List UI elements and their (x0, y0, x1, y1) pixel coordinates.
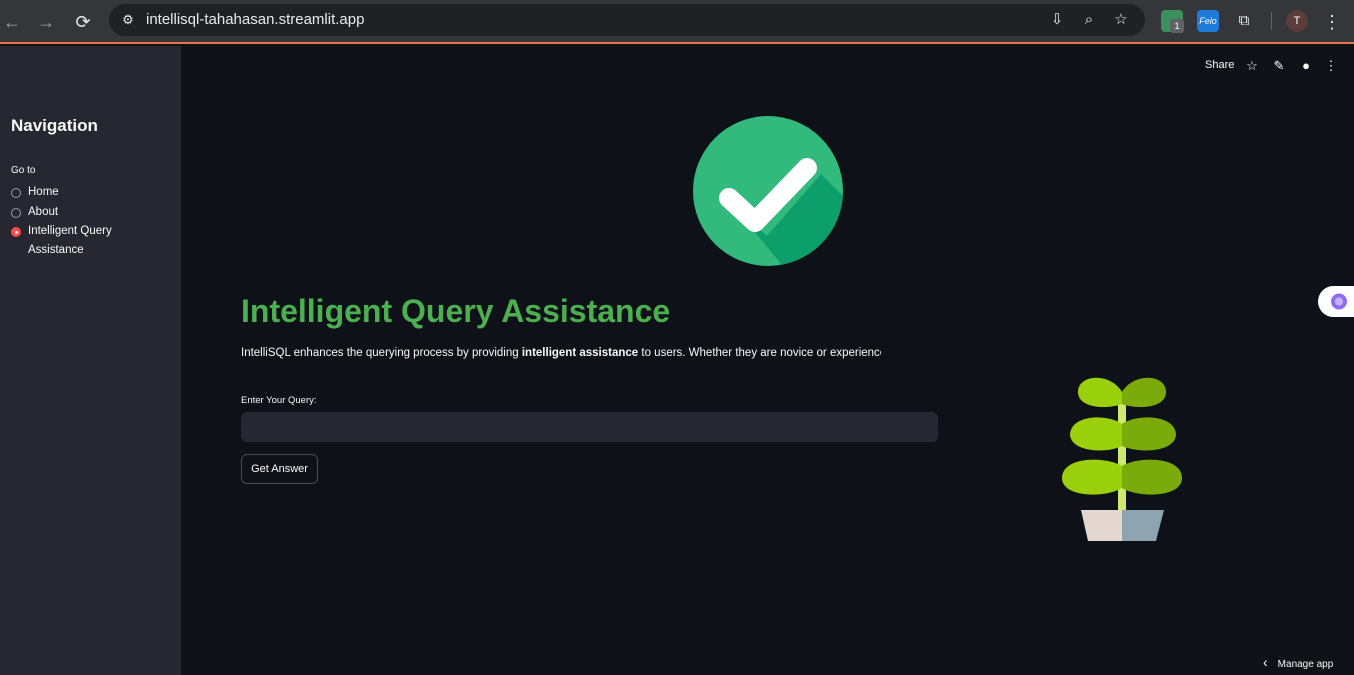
chevron-left-icon: ‹ (1263, 654, 1268, 670)
felo-extension-icon[interactable]: Felo (1197, 10, 1219, 32)
address-bar[interactable]: ⚙ intellisql-tahahasan.streamlit.app ⇩ ⌕… (109, 4, 1145, 36)
browser-menu-icon[interactable]: ⋮ (1320, 10, 1344, 34)
desc-text: IntelliSQL enhances the querying process… (241, 347, 522, 359)
site-info-icon[interactable]: ⚙ (118, 10, 138, 30)
nav-option-label[interactable]: About (28, 203, 128, 222)
back-arrow-icon[interactable]: ← (0, 10, 24, 34)
sidebar: Navigation Go to Home About Intelligent … (0, 46, 181, 675)
checkmark-icon (693, 116, 843, 266)
url-text[interactable]: intellisql-tahahasan.streamlit.app (146, 11, 364, 28)
bookmark-star-icon[interactable]: ☆ (1111, 10, 1131, 30)
forward-arrow-icon[interactable]: → (34, 10, 58, 34)
page-description: IntelliSQL enhances the querying process… (241, 347, 881, 359)
star-icon[interactable]: ☆ (1244, 58, 1260, 74)
nav-option-about[interactable]: About (11, 206, 171, 222)
github-icon[interactable]: ● (1298, 58, 1314, 74)
edit-pencil-icon[interactable]: ✎ (1271, 58, 1287, 74)
radio-button-selected[interactable] (11, 227, 21, 237)
extensions-puzzle-icon[interactable]: ⧉ (1233, 10, 1255, 32)
page-title: Intelligent Query Assistance (241, 293, 671, 329)
profile-avatar[interactable]: T (1286, 10, 1308, 32)
manage-app-button[interactable]: ‹ Manage app (1263, 654, 1333, 670)
query-input-label: Enter Your Query: (241, 395, 317, 406)
reload-icon[interactable]: ⟳ (71, 10, 95, 34)
extension-badge: 1 (1170, 19, 1184, 33)
nav-option-label[interactable]: Intelligent Query Assistance (28, 222, 128, 260)
nav-option-home[interactable]: Home (11, 186, 171, 202)
desc-text-end: to users. Whether they are novice or exp… (638, 347, 881, 359)
share-button[interactable]: Share (1205, 59, 1234, 71)
query-input[interactable] (241, 412, 938, 442)
assistant-icon (1331, 293, 1347, 310)
zoom-icon[interactable]: ⌕ (1079, 10, 1099, 30)
browser-toolbar: ← → ⟳ ⚙ intellisql-tahahasan.streamlit.a… (0, 0, 1354, 44)
desc-bold-text: intelligent assistance (521, 347, 639, 359)
radio-button[interactable] (11, 188, 21, 198)
manage-app-label: Manage app (1277, 659, 1334, 670)
more-menu-icon[interactable]: ⋮ (1323, 58, 1339, 74)
radio-button[interactable] (11, 208, 21, 218)
get-answer-button[interactable]: Get Answer (241, 454, 318, 484)
nav-option-label[interactable]: Home (28, 183, 128, 202)
nav-option-query-assistance[interactable]: Intelligent Query Assistance (11, 225, 171, 260)
toolbar-divider (1271, 12, 1272, 30)
floating-assistant-button[interactable] (1318, 286, 1354, 317)
plant-illustration (1062, 377, 1182, 541)
sidebar-title: Navigation (11, 116, 98, 135)
radio-group-label: Go to (11, 165, 36, 176)
install-app-icon[interactable]: ⇩ (1047, 10, 1067, 30)
